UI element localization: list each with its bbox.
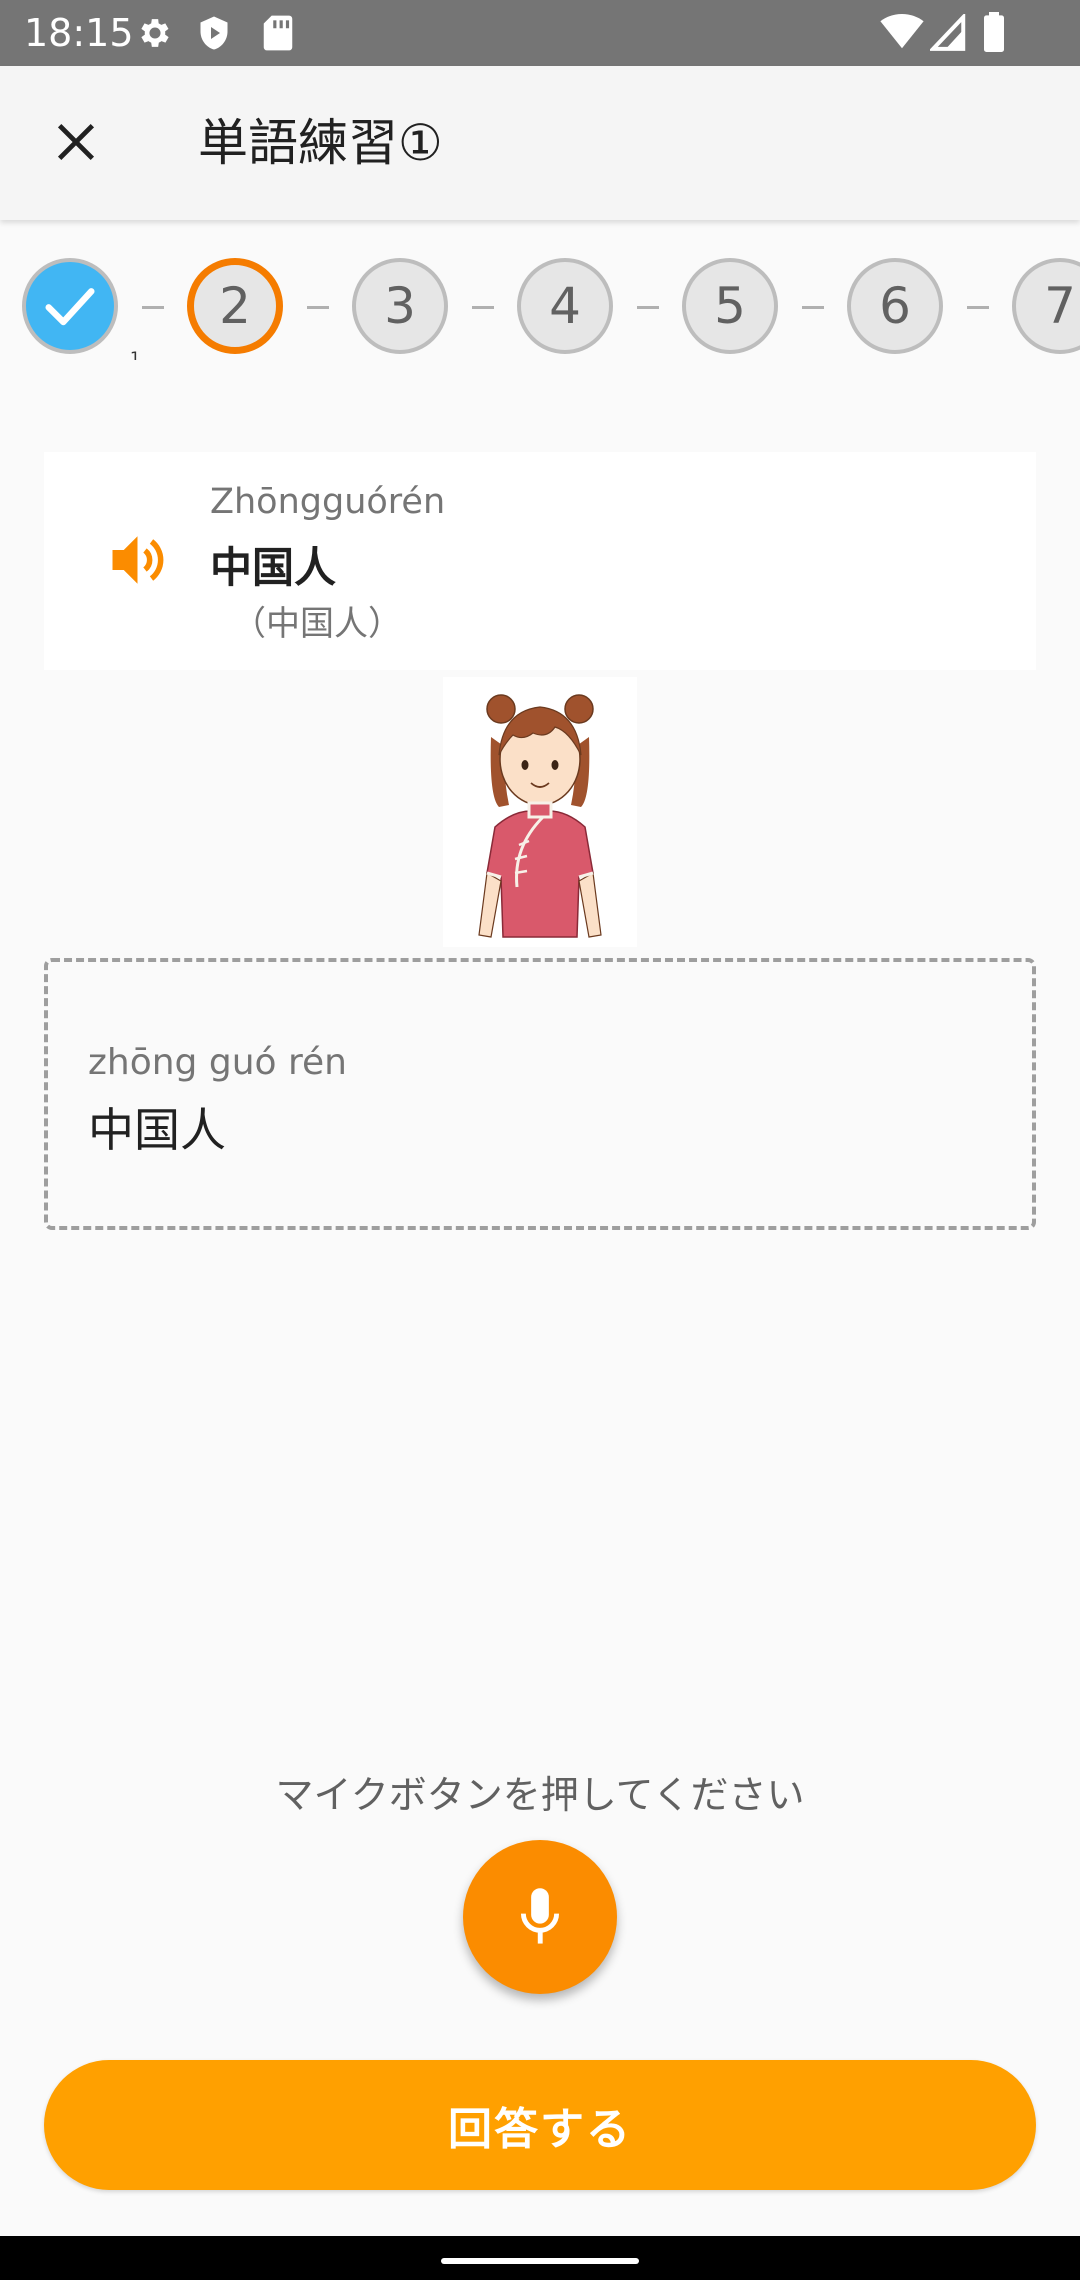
progress-stepper: 1 2 3 4 5 6 7 (0, 256, 1080, 360)
navigation-bar (0, 2236, 1080, 2280)
microphone-icon (520, 1888, 560, 1944)
wifi-icon (880, 14, 924, 54)
step-7[interactable]: 7 (1012, 258, 1080, 354)
submit-answer-button[interactable]: 回答する (44, 2060, 1036, 2190)
check-icon (45, 288, 95, 326)
mic-prompt: マイクボタンを押してください (275, 1773, 805, 1817)
step-connector (802, 306, 824, 309)
sd-card-icon (262, 14, 294, 56)
step-2-label: 2 (219, 277, 251, 335)
submit-answer-label: 回答する (448, 2104, 632, 2155)
home-handle[interactable] (441, 2258, 639, 2264)
step-6[interactable]: 6 (847, 258, 943, 354)
close-button[interactable] (36, 102, 116, 182)
step-1-sub: 1 (130, 348, 141, 360)
shield-icon (196, 14, 232, 56)
step-connector (307, 306, 329, 309)
step-3[interactable]: 3 (352, 258, 448, 354)
step-7-label: 7 (1044, 277, 1076, 335)
answer-hanzi: 中国人 (88, 1103, 226, 1157)
step-4[interactable]: 4 (517, 258, 613, 354)
step-connector (142, 306, 164, 309)
screen: 18:15 単語練習① 1 2 3 4 5 6 7 Zhōngguórén 中国… (0, 0, 1080, 2280)
page-title: 単語練習① (198, 114, 443, 172)
step-2[interactable]: 2 (187, 258, 283, 354)
answer-pinyin: zhōng guó rén (88, 1042, 347, 1083)
answer-drop-area[interactable]: zhōng guó rén 中国人 (44, 958, 1036, 1230)
step-5[interactable]: 5 (682, 258, 778, 354)
word-card: Zhōngguórén 中国人 （中国人） (44, 452, 1036, 670)
app-bar: 単語練習① (0, 66, 1080, 220)
word-pinyin: Zhōngguórén (210, 482, 446, 522)
word-meaning-text: 中国人 (266, 604, 368, 644)
microphone-button[interactable] (463, 1840, 617, 1994)
play-audio-button[interactable] (100, 524, 180, 596)
speaker-icon (112, 536, 164, 584)
step-1-done[interactable]: 1 (22, 258, 140, 360)
word-hanzi: 中国人 (210, 543, 337, 592)
status-bar: 18:15 (0, 0, 1080, 66)
status-time: 18:15 (24, 11, 134, 55)
step-connector (637, 306, 659, 309)
signal-icon (928, 12, 968, 56)
step-connector (967, 306, 989, 309)
step-3-label: 3 (384, 277, 416, 335)
word-meaning: （中国人） (232, 604, 402, 644)
step-connector (472, 306, 494, 309)
word-illustration (443, 677, 637, 947)
step-5-label: 5 (714, 277, 746, 335)
close-icon (57, 123, 95, 161)
battery-icon (982, 12, 1006, 56)
step-4-label: 4 (549, 277, 581, 335)
step-6-label: 6 (879, 277, 911, 335)
gear-icon (136, 14, 174, 56)
